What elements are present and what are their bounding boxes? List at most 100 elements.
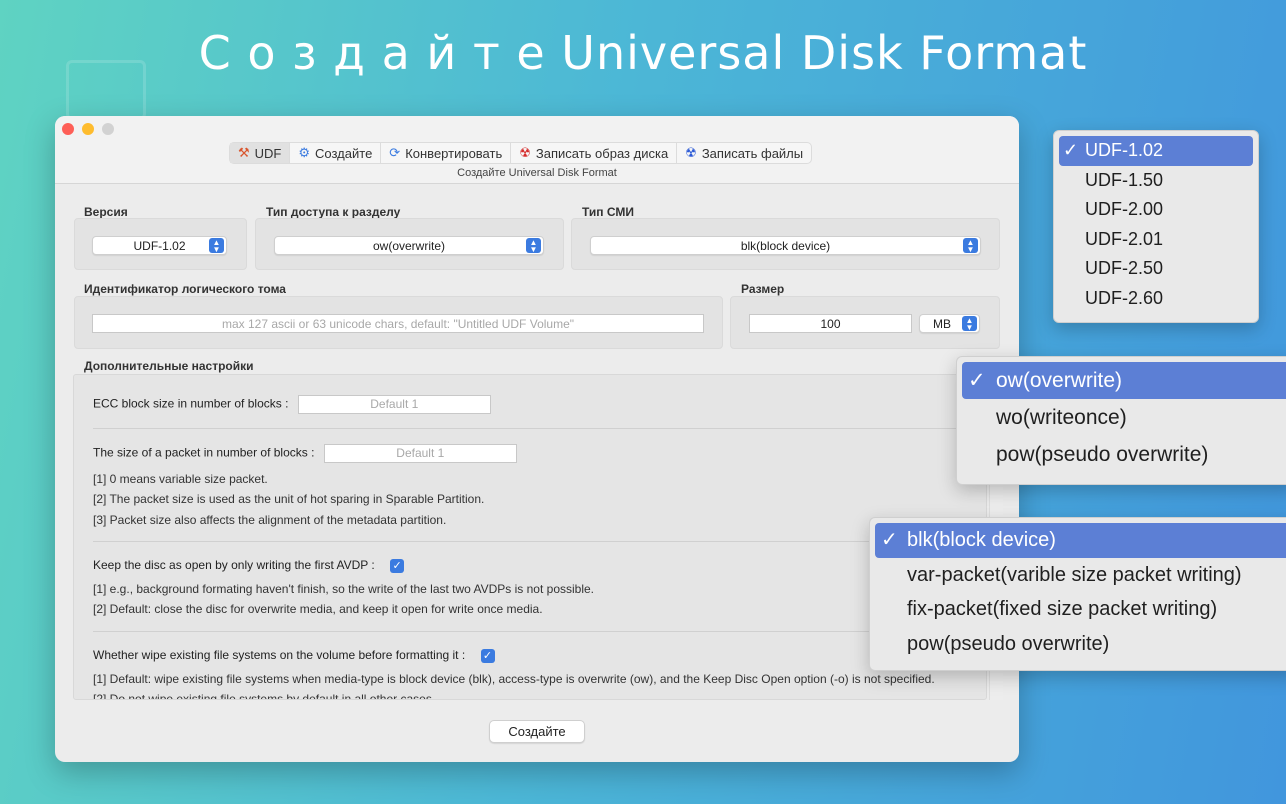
burn-image-icon: ☢ xyxy=(519,145,531,160)
keep-open-row: Keep the disc as open by only writing th… xyxy=(93,558,405,573)
close-window-button[interactable] xyxy=(62,123,74,135)
access-type-menu: ✓ ow(overwrite) wo(writeonce) pow(pseudo … xyxy=(956,356,1286,485)
ecc-row: ECC block size in number of blocks : Def… xyxy=(93,395,491,414)
version-value: UDF-1.02 xyxy=(133,238,186,253)
minimize-window-button[interactable] xyxy=(82,123,94,135)
access-type-popup[interactable]: ow(overwrite) ▲ ▼ xyxy=(274,236,544,255)
media-type-value: blk(block device) xyxy=(740,238,831,253)
chevron-updown-icon: ▲ ▼ xyxy=(963,238,978,253)
size-label: Размер xyxy=(741,282,785,296)
version-label: Версия xyxy=(84,205,128,219)
checkmark-icon: ✓ xyxy=(1063,140,1079,160)
wrench-icon: ⚙ xyxy=(298,145,311,160)
menu-item-overwrite[interactable]: ✓ ow(overwrite) xyxy=(962,362,1286,399)
menu-item-label: pow(pseudo overwrite) xyxy=(996,443,1209,466)
chevron-updown-icon: ▲ ▼ xyxy=(962,316,977,331)
tab-burn-image[interactable]: ☢ Записать образ диска xyxy=(511,143,678,163)
access-type-value: ow(overwrite) xyxy=(372,238,445,253)
menu-item-label: blk(block device) xyxy=(907,529,1056,551)
menu-item-pow[interactable]: pow(pseudo overwrite) xyxy=(875,627,1286,662)
tab-label: Записать файлы xyxy=(701,145,804,161)
tab-burn-files[interactable]: ☢ Записать файлы xyxy=(677,143,811,163)
tab-convert[interactable]: ⟳ Конвертировать xyxy=(381,143,512,163)
wipe-note: [1] Default: wipe existing file systems … xyxy=(93,672,935,686)
divider xyxy=(93,541,973,542)
menu-item-udf-250[interactable]: UDF-2.50 xyxy=(1059,254,1253,284)
divider xyxy=(93,631,973,632)
menu-item-label: UDF-1.50 xyxy=(1085,169,1164,190)
menu-item-label: var-packet(varible size packet writing) xyxy=(907,563,1242,586)
menu-item-label: UDF-1.02 xyxy=(1085,140,1164,160)
keep-open-checkbox[interactable]: ✓ xyxy=(390,558,405,573)
tab-label: Записать образ диска xyxy=(535,145,669,161)
tab-label: Конвертировать xyxy=(405,145,503,161)
window-subtitle: Создайте Universal Disk Format xyxy=(457,167,617,179)
background-logo-icon xyxy=(66,60,146,120)
packet-row: The size of a packet in number of blocks… xyxy=(93,444,517,463)
packet-note: [1] 0 means variable size packet. xyxy=(93,472,268,486)
tab-label: UDF xyxy=(254,145,282,161)
keep-open-label: Keep the disc as open by only writing th… xyxy=(93,558,375,572)
packet-input[interactable]: Default 1 xyxy=(323,444,517,463)
wipe-row: Whether wipe existing file systems on th… xyxy=(93,648,495,663)
burn-files-icon: ☢ xyxy=(685,145,697,160)
menu-item-block-device[interactable]: ✓ blk(block device) xyxy=(875,523,1286,558)
menu-item-udf-102[interactable]: ✓ UDF-1.02 xyxy=(1059,136,1253,166)
menu-item-label: UDF-2.60 xyxy=(1085,287,1164,308)
menu-item-label: wo(writeonce) xyxy=(996,406,1127,429)
chevron-updown-icon: ▲ ▼ xyxy=(209,238,224,253)
media-type-popup[interactable]: blk(block device) ▲ ▼ xyxy=(590,236,981,255)
packet-note: [3] Packet size also affects the alignme… xyxy=(93,513,447,527)
menu-item-udf-150[interactable]: UDF-1.50 xyxy=(1059,166,1253,196)
size-input[interactable]: 100 xyxy=(749,314,912,333)
keep-open-note: [1] e.g., background formating haven't f… xyxy=(93,582,594,596)
create-button[interactable]: Создайте xyxy=(489,720,585,743)
advanced-settings-panel: ECC block size in number of blocks : Def… xyxy=(73,374,987,700)
media-type-label: Тип СМИ xyxy=(582,205,634,219)
menu-item-udf-260[interactable]: UDF-2.60 xyxy=(1059,284,1253,314)
window-controls xyxy=(62,123,114,135)
checkmark-icon: ✓ xyxy=(881,529,898,551)
menu-item-udf-201[interactable]: UDF-2.01 xyxy=(1059,225,1253,255)
menu-item-label: ow(overwrite) xyxy=(996,369,1123,392)
zoom-window-button[interactable] xyxy=(102,123,114,135)
hero-title: С о з д а й т е Universal Disk Format xyxy=(198,26,1088,80)
access-type-label: Тип доступа к разделу xyxy=(266,205,401,219)
menu-item-label: UDF-2.01 xyxy=(1085,228,1164,249)
menu-item-label: UDF-2.50 xyxy=(1085,258,1164,278)
ecc-label: ECC block size in number of blocks : xyxy=(93,396,289,411)
version-popup[interactable]: UDF-1.02 ▲ ▼ xyxy=(92,236,227,255)
menu-item-fix-packet[interactable]: fix-packet(fixed size packet writing) xyxy=(875,592,1286,627)
hammer-icon: ⚒ xyxy=(238,145,250,160)
title-bar: ⚒ UDF ⚙ Создайте ⟳ Конвертировать ☢ Запи… xyxy=(55,116,1019,184)
menu-item-label: fix-packet(fixed size packet writing) xyxy=(907,598,1218,620)
menu-item-var-packet[interactable]: var-packet(varible size packet writing) xyxy=(875,558,1286,593)
ecc-input[interactable]: Default 1 xyxy=(297,395,491,414)
advanced-settings-label: Дополнительные настройки xyxy=(84,359,254,373)
packet-label: The size of a packet in number of blocks… xyxy=(93,445,315,460)
media-type-menu: ✓ blk(block device) var-packet(varible si… xyxy=(869,517,1286,671)
volume-id-input[interactable]: max 127 ascii or 63 unicode chars, defau… xyxy=(92,314,704,333)
tab-udf[interactable]: ⚒ UDF xyxy=(230,143,291,163)
packet-note: [2] The packet size is used as the unit … xyxy=(93,492,485,506)
volume-id-label: Идентификатор логического тома xyxy=(84,282,286,296)
menu-item-pseudo-overwrite[interactable]: pow(pseudo overwrite) xyxy=(962,436,1286,473)
wipe-note: [2] Do not wipe existing file systems by… xyxy=(93,692,436,700)
checkmark-icon: ✓ xyxy=(968,369,986,392)
menu-item-label: UDF-2.00 xyxy=(1085,199,1164,219)
menu-item-writeonce[interactable]: wo(writeonce) xyxy=(962,399,1286,436)
tab-label: Создайте xyxy=(315,145,373,161)
wipe-checkbox[interactable]: ✓ xyxy=(480,648,495,663)
menu-item-udf-200[interactable]: UDF-2.00 xyxy=(1059,195,1253,225)
toolbar: ⚒ UDF ⚙ Создайте ⟳ Конвертировать ☢ Запи… xyxy=(229,142,813,164)
menu-item-label: pow(pseudo overwrite) xyxy=(907,632,1110,655)
size-unit-value: MB xyxy=(933,316,951,331)
divider xyxy=(93,428,973,429)
size-unit-popup[interactable]: MB ▲ ▼ xyxy=(919,314,980,333)
wipe-label: Whether wipe existing file systems on th… xyxy=(93,648,466,662)
chevron-updown-icon: ▲ ▼ xyxy=(526,238,541,253)
keep-open-note: [2] Default: close the disc for overwrit… xyxy=(93,602,543,616)
tab-create[interactable]: ⚙ Создайте xyxy=(290,143,382,163)
convert-icon: ⟳ xyxy=(389,145,401,160)
version-menu: ✓ UDF-1.02 UDF-1.50 UDF-2.00 UDF-2.01 UDF… xyxy=(1053,130,1259,323)
